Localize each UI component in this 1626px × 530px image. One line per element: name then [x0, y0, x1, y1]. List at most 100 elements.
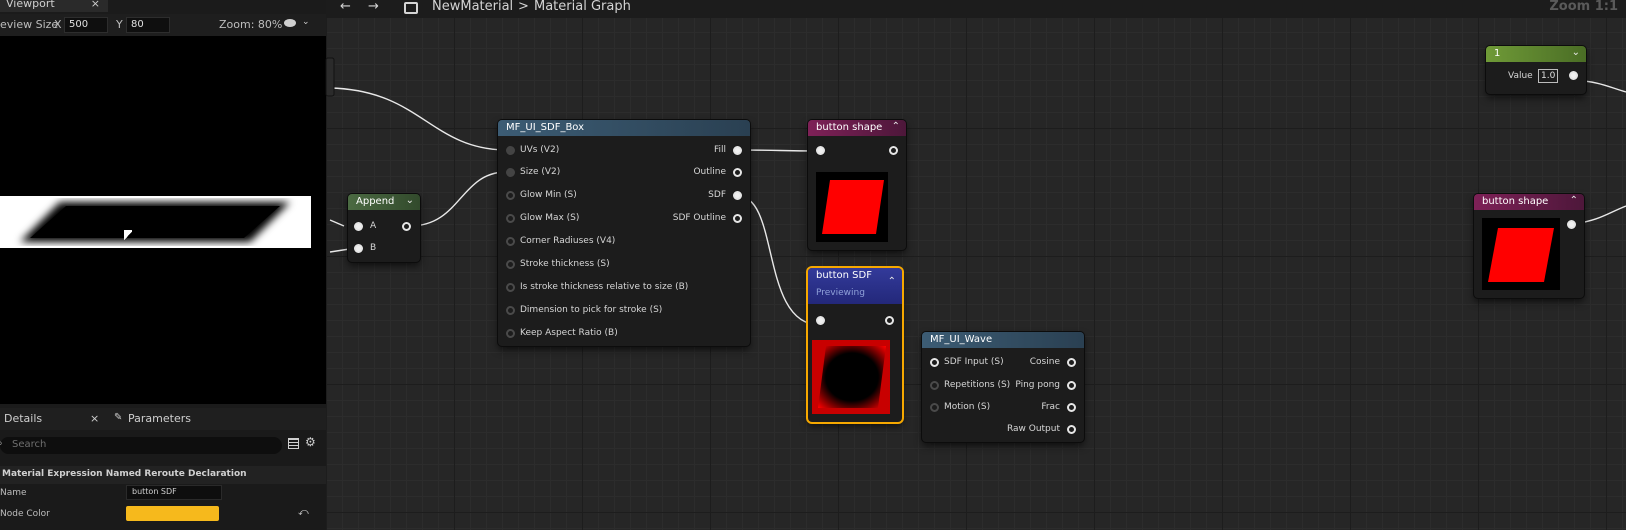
- button-shape-node-right[interactable]: button shape ⌃: [1474, 194, 1584, 298]
- node-color-label: Node Color: [0, 509, 50, 519]
- search-icon: ⌕: [0, 438, 3, 449]
- ui-wave-output-pin[interactable]: [1067, 403, 1076, 412]
- chevron-up-icon[interactable]: ⌃: [892, 121, 900, 132]
- ui-wave-node-title[interactable]: MF_UI_Wave: [922, 332, 1084, 348]
- button-sdf-node[interactable]: button SDF ⌃ Previewing: [808, 268, 902, 422]
- append-output-pin[interactable]: [402, 222, 411, 231]
- button-sdf-input-pin[interactable]: [816, 316, 825, 325]
- sdf-box-input-label: Size (V2): [520, 167, 561, 177]
- ui-wave-output-pin[interactable]: [1067, 381, 1076, 390]
- chevron-down-icon[interactable]: ⌄: [406, 195, 414, 206]
- ui-wave-title-text: MF_UI_Wave: [930, 334, 993, 345]
- sdf-box-input-pin[interactable]: [506, 168, 515, 177]
- ui-wave-output-label: Frac: [1041, 402, 1060, 412]
- close-icon[interactable]: ×: [90, 412, 99, 425]
- append-input-b-pin[interactable]: [354, 244, 363, 253]
- sdf-box-input-pin[interactable]: [506, 260, 515, 269]
- sdf-box-input-pin[interactable]: [506, 191, 515, 200]
- ui-wave-input-pin[interactable]: [930, 358, 939, 367]
- sdf-box-input-pin[interactable]: [506, 306, 515, 315]
- constant-output-pin[interactable]: [1569, 71, 1578, 80]
- details-section-title[interactable]: Material Expression Named Reroute Declar…: [0, 466, 326, 484]
- mouse-cursor-icon: [124, 230, 132, 242]
- ui-wave-input-label: Motion (S): [944, 402, 991, 412]
- sdf-box-input-label: Keep Aspect Ratio (B): [520, 328, 618, 338]
- ui-wave-node[interactable]: MF_UI_Wave SDF Input (S) Repetitions (S)…: [922, 332, 1084, 442]
- ui-wave-input-pin[interactable]: [930, 403, 939, 412]
- gear-icon[interactable]: ⚙: [305, 435, 316, 449]
- button-sdf-output-pin[interactable]: [885, 316, 894, 325]
- sdf-box-input-label: Dimension to pick for stroke (S): [520, 305, 663, 315]
- button-shape-right-title[interactable]: button shape ⌃: [1474, 194, 1584, 210]
- append-input-a-pin[interactable]: [354, 222, 363, 231]
- button-shape-node-title[interactable]: button shape ⌃: [808, 120, 906, 136]
- reset-icon[interactable]: ⤺: [298, 507, 309, 518]
- name-label: Name: [0, 488, 27, 498]
- ui-wave-output-pin[interactable]: [1067, 425, 1076, 434]
- button-shape-right-output-pin[interactable]: [1567, 220, 1576, 229]
- forward-arrow-icon[interactable]: →: [368, 0, 379, 14]
- details-search-input[interactable]: ⌕ Search: [0, 437, 282, 454]
- x-label: X: [54, 18, 62, 31]
- close-icon[interactable]: ×: [91, 0, 100, 10]
- sdf-box-output-pin[interactable]: [733, 214, 742, 223]
- ui-wave-input-pin[interactable]: [930, 381, 939, 390]
- button-shape-input-pin[interactable]: [816, 146, 825, 155]
- constant-value-field[interactable]: 1.0: [1538, 69, 1558, 83]
- sdf-box-node[interactable]: MF_UI_SDF_Box UVs (V2) Size (V2) Glow Mi…: [498, 120, 750, 346]
- sdf-box-input-label: Stroke thickness (S): [520, 259, 610, 269]
- sdf-box-input-pin[interactable]: [506, 283, 515, 292]
- name-field[interactable]: button SDF: [126, 485, 222, 500]
- viewport-toolbar: eview Size X 500 Y 80 Zoom: 80% ⌄: [0, 14, 326, 36]
- table-view-icon[interactable]: [288, 438, 299, 449]
- sdf-box-output-pin[interactable]: [733, 146, 742, 155]
- graph-breadcrumb-bar: ← → NewMaterial > Material Graph Zoom 1:…: [326, 0, 1626, 18]
- preview-width-input[interactable]: 500: [64, 17, 108, 33]
- sdf-box-output-label: SDF Outline: [672, 213, 726, 223]
- sdf-box-node-title[interactable]: MF_UI_SDF_Box: [498, 120, 750, 136]
- sdf-box-input-pin[interactable]: [506, 146, 515, 155]
- sdf-box-output-pin[interactable]: [733, 168, 742, 177]
- ui-wave-input-label: SDF Input (S): [944, 357, 1004, 367]
- sdf-box-input-label: Corner Radiuses (V4): [520, 236, 616, 246]
- constant-node[interactable]: 1 ⌄ Value 1.0: [1486, 46, 1586, 94]
- sdf-box-input-label: Is stroke thickness relative to size (B): [520, 282, 689, 292]
- node-color-swatch[interactable]: [126, 506, 219, 521]
- chevron-up-icon[interactable]: ⌃: [888, 276, 896, 287]
- graph-zoom-label: Zoom 1:1: [1549, 0, 1618, 14]
- button-shape-output-pin[interactable]: [889, 146, 898, 155]
- sdf-box-input-pin[interactable]: [506, 214, 515, 223]
- append-title-text: Append: [356, 196, 395, 207]
- append-node-title[interactable]: Append ⌄: [348, 194, 420, 210]
- sdf-box-title-text: MF_UI_SDF_Box: [506, 122, 585, 133]
- constant-title-text: 1: [1494, 48, 1501, 59]
- button-sdf-node-title[interactable]: button SDF ⌃ Previewing: [808, 268, 902, 304]
- button-shape-title-text: button shape: [816, 122, 883, 133]
- constant-node-title[interactable]: 1 ⌄: [1486, 46, 1586, 62]
- breadcrumb-separator: >: [518, 0, 529, 14]
- red-shape-preview: [1488, 228, 1554, 282]
- zoom-readout: Zoom: 80%: [219, 18, 283, 31]
- tab-details[interactable]: Details: [4, 412, 42, 425]
- breadcrumb-leaf[interactable]: Material Graph: [534, 0, 631, 14]
- pencil-icon: ✎: [114, 412, 123, 423]
- ui-wave-output-pin[interactable]: [1067, 358, 1076, 367]
- chevron-down-icon[interactable]: ⌄: [1572, 47, 1580, 58]
- sdf-box-input-pin[interactable]: [506, 237, 515, 246]
- sdf-glow-preview: [812, 340, 890, 414]
- back-arrow-icon[interactable]: ←: [340, 0, 351, 14]
- append-node[interactable]: Append ⌄ A B: [348, 194, 420, 262]
- sdf-box-output-pin[interactable]: [733, 191, 742, 200]
- sdf-box-input-pin[interactable]: [506, 329, 515, 338]
- preview-shape: [20, 202, 290, 242]
- chevron-up-icon[interactable]: ⌃: [1570, 195, 1578, 206]
- button-shape-node[interactable]: button shape ⌃: [808, 120, 906, 250]
- tab-parameters[interactable]: Parameters: [128, 412, 191, 425]
- sdf-box-output-label: Outline: [693, 167, 726, 177]
- viewport-tab[interactable]: Viewport ×: [0, 0, 108, 12]
- breadcrumb-root[interactable]: NewMaterial: [432, 0, 513, 14]
- chevron-down-icon[interactable]: ⌄: [302, 17, 310, 27]
- preview-size-label: eview Size: [0, 18, 59, 31]
- preview-height-input[interactable]: 80: [126, 17, 170, 33]
- eye-icon[interactable]: [284, 19, 296, 27]
